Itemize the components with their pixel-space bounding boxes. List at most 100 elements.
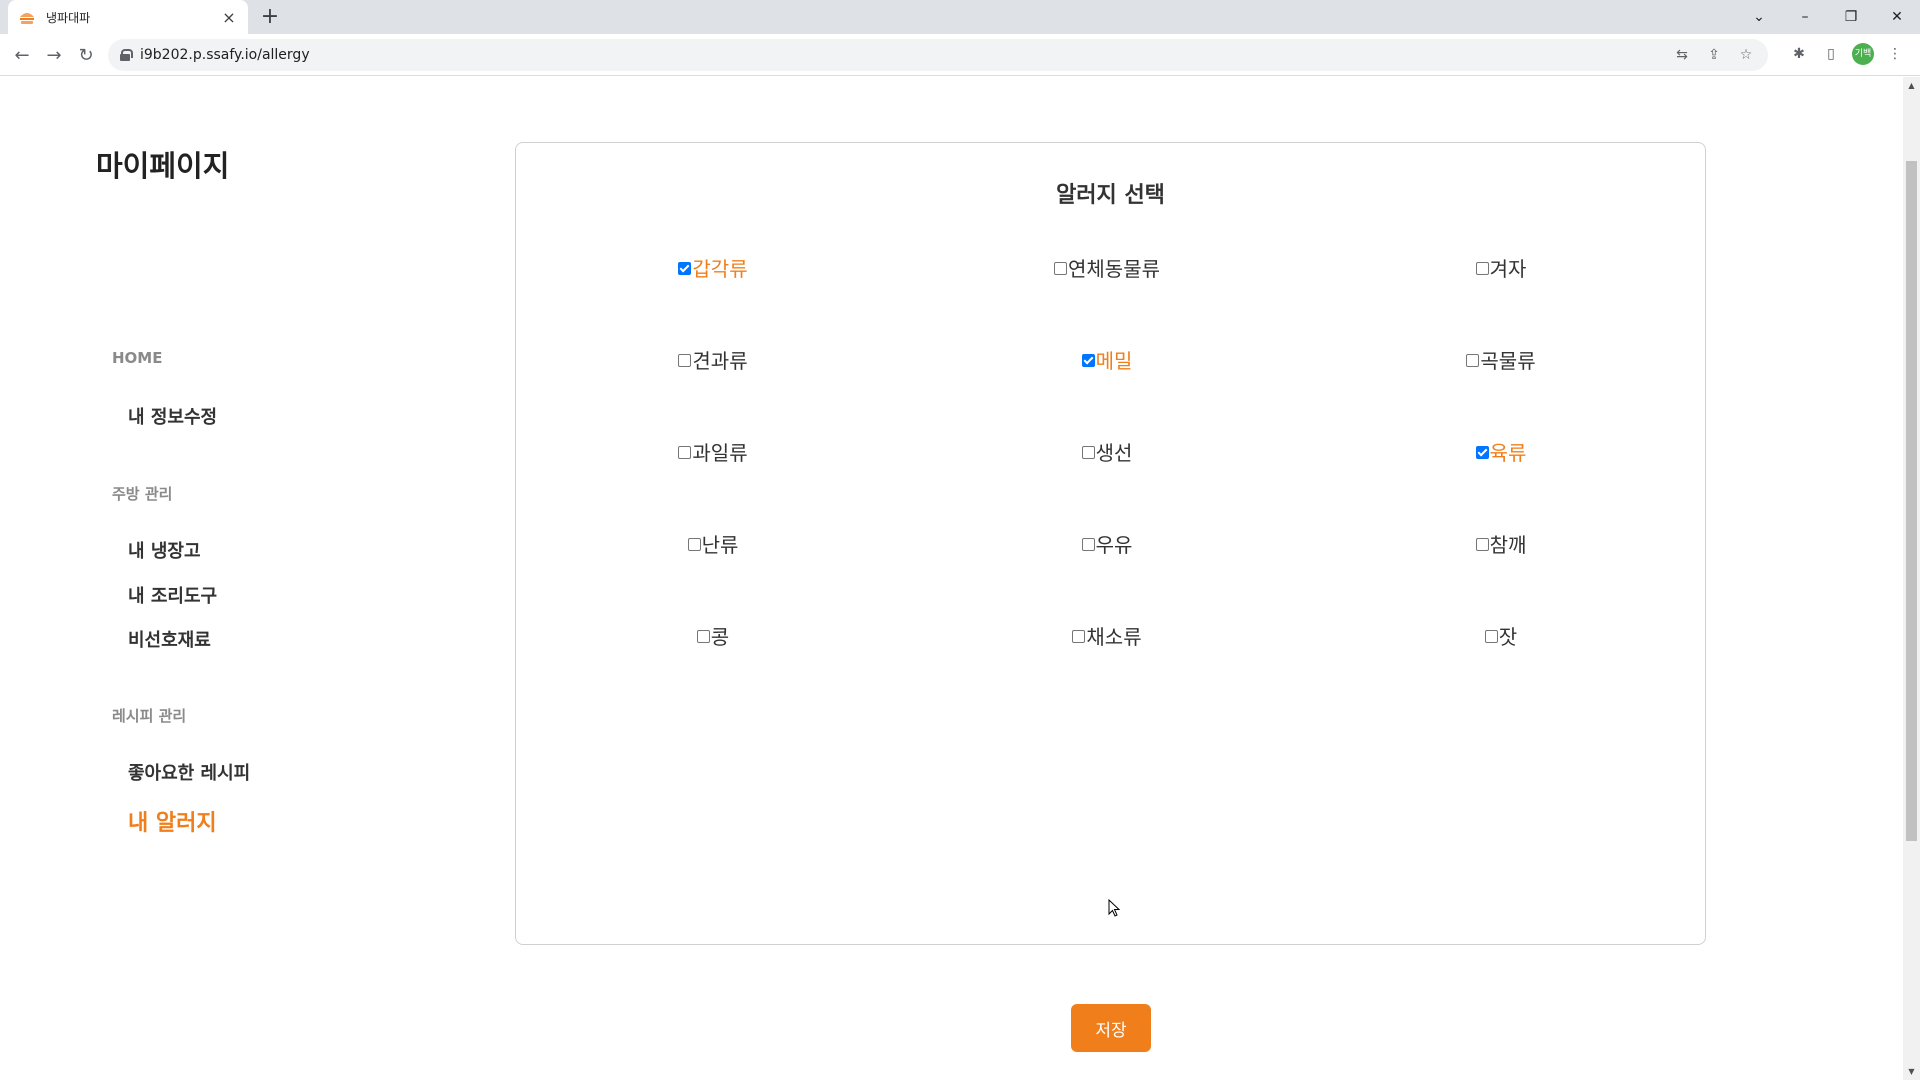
allergy-option-cell: 견과류 <box>516 331 910 423</box>
extensions-icon[interactable]: ✱ <box>1788 43 1810 65</box>
allergy-option[interactable]: 메밀 <box>1081 345 1133 374</box>
allergy-option-cell: 메밀 <box>910 331 1304 423</box>
reload-icon[interactable]: ↻ <box>72 41 100 69</box>
allergy-option-cell: 우유 <box>910 515 1304 607</box>
sidebar-item-my-allergy[interactable]: 내 알러지 <box>128 805 217 837</box>
allergy-option-cell: 난류 <box>516 515 910 607</box>
allergy-option[interactable]: 곡물류 <box>1466 345 1536 374</box>
back-icon[interactable]: ← <box>8 41 36 69</box>
allergy-option-label: 곡물류 <box>1480 349 1536 373</box>
lock-icon[interactable] <box>120 49 133 61</box>
allergy-checkbox[interactable] <box>1081 538 1095 551</box>
allergy-option-label: 잣 <box>1498 625 1518 649</box>
allergy-option-label: 과일류 <box>692 441 748 465</box>
allergy-option-cell: 겨자 <box>1304 239 1698 331</box>
sidebar-item-disliked-ingredients[interactable]: 비선호재료 <box>128 626 211 652</box>
close-window-icon[interactable]: ✕ <box>1874 0 1920 34</box>
allergy-checkbox[interactable] <box>1054 262 1067 275</box>
sidebar-section-recipes: 레시피 관리 <box>112 707 187 725</box>
allergy-option-cell: 갑각류 <box>516 239 910 331</box>
new-tab-button[interactable]: + <box>256 4 284 32</box>
allergy-option[interactable]: 콩 <box>696 621 730 650</box>
mouse-cursor-icon <box>1108 899 1120 917</box>
scrollbar-thumb[interactable] <box>1906 161 1917 841</box>
allergy-option[interactable]: 육류 <box>1475 437 1527 466</box>
allergy-checkbox[interactable] <box>1072 630 1086 643</box>
allergy-option-cell: 연체동물류 <box>910 239 1304 331</box>
allergy-option[interactable]: 연체동물류 <box>1054 253 1160 282</box>
allergy-options-grid: 갑각류 연체동물류 겨자견과류 메밀 곡물류과일류 생선 육류난류 우유 참깨콩 채소류 잣 <box>516 239 1705 699</box>
allergy-checkbox[interactable] <box>687 538 701 551</box>
side-panel-icon[interactable]: ▯ <box>1820 43 1842 65</box>
allergy-checkbox[interactable] <box>1475 262 1489 275</box>
allergy-checkbox[interactable] <box>678 262 692 275</box>
allergy-option-label: 채소류 <box>1086 625 1142 649</box>
profile-avatar[interactable]: 기백 <box>1852 43 1874 65</box>
browser-tabstrip: 냉파대파 × + ⌄ – ❐ ✕ <box>0 0 1920 34</box>
page-viewport: 마이페이지 HOME 내 정보수정 주방 관리 내 냉장고 내 조리도구 비선호… <box>0 77 1920 1080</box>
browser-tab[interactable]: 냉파대파 × <box>8 0 248 34</box>
allergy-panel: 알러지 선택 갑각류 연체동물류 겨자 견과류 메밀 곡물류 과일류 생선 육류 난류 우유 참깨 콩 채… <box>515 142 1706 945</box>
allergy-checkbox[interactable] <box>1475 538 1489 551</box>
allergy-option[interactable]: 우유 <box>1081 529 1133 558</box>
allergy-checkbox[interactable] <box>1484 630 1498 643</box>
allergy-option-cell: 콩 <box>516 607 910 699</box>
allergy-checkbox[interactable] <box>1475 446 1489 459</box>
allergy-option-cell: 생선 <box>910 423 1304 515</box>
allergy-option[interactable]: 참깨 <box>1475 529 1526 558</box>
allergy-option[interactable]: 채소류 <box>1072 621 1142 650</box>
sidebar-section-kitchen: 주방 관리 <box>112 485 173 503</box>
allergy-option-cell: 참깨 <box>1304 515 1698 607</box>
allergy-checkbox[interactable] <box>1081 354 1095 367</box>
vertical-scrollbar[interactable]: ▲ ▼ <box>1903 77 1920 1080</box>
save-button[interactable]: 저장 <box>1071 1004 1151 1052</box>
share-icon[interactable]: ⇪ <box>1704 45 1724 65</box>
sidebar-item-liked-recipes[interactable]: 좋아요한 레시피 <box>128 759 250 785</box>
allergy-checkbox[interactable] <box>1081 446 1095 459</box>
allergy-checkbox[interactable] <box>1466 354 1480 367</box>
scroll-down-arrow-icon[interactable]: ▼ <box>1903 1063 1920 1080</box>
allergy-option-label: 난류 <box>701 533 739 557</box>
allergy-option-label: 갑각류 <box>692 257 748 281</box>
browser-toolbar: ← → ↻ i9b202.p.ssafy.io/allergy ⇆ ⇪ ☆ ✱ … <box>0 34 1920 76</box>
sidebar-item-edit-profile[interactable]: 내 정보수정 <box>128 403 217 429</box>
menu-kebab-icon[interactable]: ⋮ <box>1884 43 1906 65</box>
url-text[interactable]: i9b202.p.ssafy.io/allergy <box>140 47 310 63</box>
allergy-option[interactable]: 겨자 <box>1475 253 1527 282</box>
window-controls: ⌄ – ❐ ✕ <box>1736 0 1920 34</box>
translate-icon[interactable]: ⇆ <box>1672 45 1692 65</box>
allergy-option[interactable]: 갑각류 <box>678 253 748 282</box>
allergy-option-label: 육류 <box>1489 441 1527 465</box>
allergy-checkbox[interactable] <box>678 446 692 459</box>
restore-icon[interactable]: ❐ <box>1828 0 1874 34</box>
forward-icon[interactable]: → <box>40 41 68 69</box>
allergy-option-cell: 잣 <box>1304 607 1698 699</box>
allergy-option-label: 콩 <box>710 625 730 649</box>
minimize-icon[interactable]: – <box>1782 0 1828 34</box>
allergy-option[interactable]: 생선 <box>1081 437 1133 466</box>
allergy-option[interactable]: 잣 <box>1484 621 1518 650</box>
address-bar[interactable]: i9b202.p.ssafy.io/allergy ⇆ ⇪ ☆ <box>108 39 1768 71</box>
tab-close-icon[interactable]: × <box>220 8 238 27</box>
allergy-option-cell: 육류 <box>1304 423 1698 515</box>
allergy-option-label: 겨자 <box>1489 257 1527 281</box>
allergy-option-label: 메밀 <box>1095 349 1133 373</box>
allergy-checkbox[interactable] <box>678 354 692 367</box>
allergy-option-label: 우유 <box>1095 533 1133 557</box>
sidebar-item-fridge[interactable]: 내 냉장고 <box>128 537 201 563</box>
allergy-option-label: 생선 <box>1095 441 1133 465</box>
page-title: 마이페이지 <box>96 149 230 183</box>
sidebar-item-cookware[interactable]: 내 조리도구 <box>128 582 217 608</box>
tab-search-icon[interactable]: ⌄ <box>1736 0 1782 34</box>
allergy-checkbox[interactable] <box>696 630 710 643</box>
allergy-option-label: 연체동물류 <box>1068 257 1160 281</box>
sidebar-home-link[interactable]: HOME <box>112 349 162 367</box>
allergy-option[interactable]: 과일류 <box>678 437 748 466</box>
scroll-up-arrow-icon[interactable]: ▲ <box>1903 77 1920 94</box>
allergy-option[interactable]: 난류 <box>687 529 739 558</box>
bookmark-star-icon[interactable]: ☆ <box>1736 45 1756 65</box>
site-favicon-icon <box>18 8 36 26</box>
allergy-option-cell: 채소류 <box>910 607 1304 699</box>
allergy-option-label: 견과류 <box>692 349 748 373</box>
allergy-option[interactable]: 견과류 <box>678 345 748 374</box>
